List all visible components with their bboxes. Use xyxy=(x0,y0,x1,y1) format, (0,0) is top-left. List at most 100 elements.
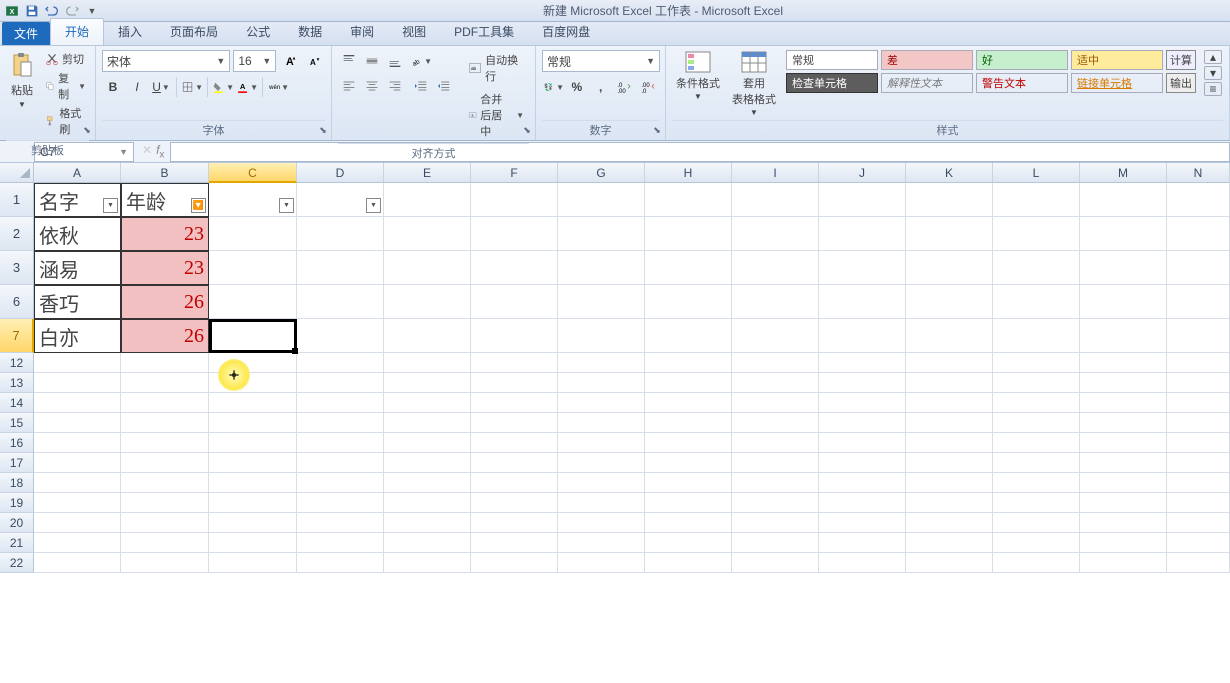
cell-age[interactable]: 26 xyxy=(121,319,209,353)
cell[interactable] xyxy=(819,319,906,353)
cell[interactable] xyxy=(558,353,645,373)
cell[interactable] xyxy=(121,513,209,533)
cell[interactable] xyxy=(993,373,1080,393)
cell[interactable] xyxy=(819,473,906,493)
font-name-combo[interactable]: 宋体▼ xyxy=(102,50,230,72)
align-right-icon[interactable] xyxy=(384,75,406,97)
cell[interactable] xyxy=(121,393,209,413)
cell[interactable] xyxy=(1167,183,1230,217)
row-header[interactable]: 22 xyxy=(0,553,34,573)
underline-icon[interactable]: U▼ xyxy=(150,76,172,98)
cell[interactable] xyxy=(209,183,297,217)
style-warning[interactable]: 警告文本 xyxy=(976,73,1068,93)
cell[interactable] xyxy=(645,183,732,217)
font-size-combo[interactable]: 16▼ xyxy=(233,50,276,72)
cell[interactable] xyxy=(906,217,993,251)
cell[interactable] xyxy=(1167,319,1230,353)
fx-icon[interactable]: fx xyxy=(156,143,164,160)
tab-review[interactable]: 审阅 xyxy=(336,19,388,45)
select-all-corner[interactable] xyxy=(0,163,34,183)
copy-button[interactable]: 复制▼ xyxy=(42,69,89,103)
cell[interactable] xyxy=(384,285,471,319)
cell[interactable] xyxy=(471,553,558,573)
row-header[interactable]: 13 xyxy=(0,373,34,393)
cell[interactable] xyxy=(819,183,906,217)
header-cell-name[interactable]: 名字 xyxy=(34,183,121,217)
cell[interactable] xyxy=(34,453,121,473)
cell[interactable] xyxy=(1167,453,1230,473)
gallery-scroll-up-icon[interactable]: ▴ xyxy=(1204,50,1222,64)
cell[interactable] xyxy=(1167,493,1230,513)
cell[interactable] xyxy=(906,393,993,413)
align-bottom-icon[interactable] xyxy=(384,50,406,72)
cell[interactable] xyxy=(645,533,732,553)
cell[interactable] xyxy=(1080,453,1167,473)
cell[interactable] xyxy=(906,513,993,533)
cell[interactable] xyxy=(993,217,1080,251)
col-header-K[interactable]: K xyxy=(906,163,993,183)
gallery-scroll-down-icon[interactable]: ▾ xyxy=(1204,66,1222,80)
cell[interactable] xyxy=(471,433,558,453)
cell[interactable] xyxy=(384,413,471,433)
row-header[interactable]: 7 xyxy=(0,319,34,353)
cell[interactable] xyxy=(384,493,471,513)
cell[interactable] xyxy=(558,513,645,533)
cell[interactable] xyxy=(558,373,645,393)
cell[interactable] xyxy=(1080,217,1167,251)
cell[interactable] xyxy=(1080,413,1167,433)
number-launcher-icon[interactable]: ⬊ xyxy=(651,125,663,137)
style-normal[interactable]: 常规 xyxy=(786,50,878,70)
cell[interactable] xyxy=(297,513,384,533)
cell[interactable] xyxy=(819,433,906,453)
tab-file[interactable]: 文件 xyxy=(2,22,50,45)
col-header-B[interactable]: B xyxy=(121,163,209,183)
cell[interactable] xyxy=(384,533,471,553)
style-bad[interactable]: 差 xyxy=(881,50,973,70)
decrease-indent-icon[interactable] xyxy=(410,75,432,97)
cell[interactable] xyxy=(297,319,384,353)
italic-icon[interactable]: I xyxy=(126,76,148,98)
cell[interactable] xyxy=(209,413,297,433)
cell[interactable] xyxy=(558,393,645,413)
cell[interactable] xyxy=(906,353,993,373)
cell[interactable] xyxy=(471,393,558,413)
cell[interactable] xyxy=(993,413,1080,433)
cell[interactable] xyxy=(558,319,645,353)
cell[interactable] xyxy=(558,433,645,453)
cell[interactable] xyxy=(1080,473,1167,493)
cell[interactable] xyxy=(209,217,297,251)
cell[interactable] xyxy=(993,493,1080,513)
cell[interactable] xyxy=(993,319,1080,353)
cell[interactable] xyxy=(121,453,209,473)
filter-dropdown-icon[interactable] xyxy=(366,198,381,213)
cell[interactable] xyxy=(645,433,732,453)
number-format-combo[interactable]: 常规▼ xyxy=(542,50,660,72)
cell[interactable] xyxy=(384,373,471,393)
cell[interactable] xyxy=(993,513,1080,533)
cell[interactable] xyxy=(384,433,471,453)
cell[interactable] xyxy=(209,473,297,493)
cell[interactable] xyxy=(819,553,906,573)
col-header-H[interactable]: H xyxy=(645,163,732,183)
style-check-cell[interactable]: 检查单元格 xyxy=(786,73,878,93)
cell[interactable] xyxy=(384,553,471,573)
cell[interactable] xyxy=(121,353,209,373)
cell[interactable] xyxy=(819,251,906,285)
cell[interactable] xyxy=(906,413,993,433)
cell[interactable] xyxy=(1080,285,1167,319)
cell[interactable] xyxy=(906,319,993,353)
cell[interactable] xyxy=(819,493,906,513)
align-middle-icon[interactable] xyxy=(361,50,383,72)
cell[interactable] xyxy=(34,533,121,553)
tab-insert[interactable]: 插入 xyxy=(104,19,156,45)
cell[interactable] xyxy=(209,453,297,473)
cell[interactable] xyxy=(906,373,993,393)
cell[interactable] xyxy=(1080,251,1167,285)
cell[interactable] xyxy=(732,433,819,453)
cell[interactable] xyxy=(471,453,558,473)
increase-font-icon[interactable]: A▴ xyxy=(279,50,300,72)
cell[interactable] xyxy=(993,393,1080,413)
cell[interactable] xyxy=(34,553,121,573)
cell[interactable] xyxy=(993,183,1080,217)
cell[interactable] xyxy=(384,453,471,473)
